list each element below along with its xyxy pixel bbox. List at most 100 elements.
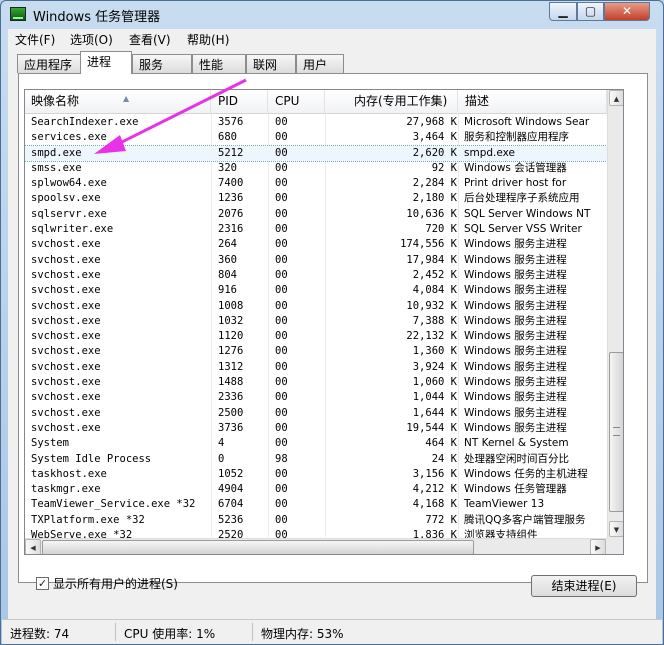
process-row[interactable]: svchost.exe 804 00 2,452 K Windows 服务主进程 xyxy=(25,268,607,283)
menu-view[interactable]: 查看(V) xyxy=(129,31,171,48)
process-name-cell: spoolsv.exe xyxy=(31,192,101,205)
process-row[interactable]: svchost.exe 1120 00 22,132 K Windows 服务主进程 xyxy=(25,329,607,344)
vertical-scrollbar[interactable]: ▲ ▼ xyxy=(607,90,623,538)
process-row[interactable]: svchost.exe 1488 00 1,060 K Windows 服务主进程 xyxy=(25,375,607,390)
process-row[interactable]: svchost.exe 3736 00 19,544 K Windows 服务主进程 xyxy=(25,421,607,436)
tab-networking[interactable]: 联网 xyxy=(246,54,296,73)
process-cpu-cell: 00 xyxy=(275,437,288,450)
process-row[interactable]: taskhost.exe 1052 00 3,156 K Windows 任务的主机进程 xyxy=(25,467,607,482)
process-name-cell: svchost.exe xyxy=(31,391,101,404)
horizontal-scroll-thumb[interactable] xyxy=(42,540,474,554)
scroll-left-button[interactable]: ◀ xyxy=(25,539,41,554)
process-list[interactable]: 映像名称 ▲ PID CPU 内存(专用工作集) 描述 SearchIndexe… xyxy=(24,89,624,555)
process-row[interactable]: System 4 00 464 K NT Kernel & System xyxy=(25,436,607,451)
horizontal-scrollbar[interactable]: ◀ ▶ xyxy=(25,538,607,554)
process-name-cell: svchost.exe xyxy=(31,330,101,343)
process-row[interactable]: svchost.exe 916 00 4,084 K Windows 服务主进程 xyxy=(25,283,607,298)
process-name-cell: svchost.exe xyxy=(31,299,101,312)
process-description-cell: Windows 服务主进程 xyxy=(464,421,567,434)
menu-options[interactable]: 选项(O) xyxy=(70,31,113,48)
process-cpu-cell: 98 xyxy=(275,452,288,465)
scroll-up-button[interactable]: ▲ xyxy=(609,90,623,106)
vertical-scroll-thumb[interactable] xyxy=(609,352,623,512)
process-name-cell: TXPlatform.exe *32 xyxy=(31,513,145,526)
process-cpu-cell: 00 xyxy=(275,483,288,496)
column-header-pid[interactable]: PID xyxy=(212,90,268,114)
process-memory-cell: 464 K xyxy=(425,437,457,450)
process-row[interactable]: svchost.exe 1008 00 10,932 K Windows 服务主进程 xyxy=(25,299,607,314)
checkmark-icon: ✓ xyxy=(37,577,48,590)
tab-performance[interactable]: 性能 xyxy=(192,54,246,73)
process-memory-cell: 3,924 K xyxy=(412,360,457,373)
process-name-cell: sqlwriter.exe xyxy=(31,223,114,236)
column-header-image-name-label: 映像名称 xyxy=(31,94,80,108)
process-row[interactable]: taskmgr.exe 4904 00 4,212 K Windows 任务管理器 xyxy=(25,482,607,497)
process-pid-cell: 3576 xyxy=(218,116,244,128)
process-pid-cell: 1236 xyxy=(218,192,244,205)
process-row[interactable]: svchost.exe 1032 00 7,388 K Windows 服务主进程 xyxy=(25,314,607,329)
process-memory-cell: 4,168 K xyxy=(412,498,457,511)
process-row[interactable]: svchost.exe 360 00 17,984 K Windows 服务主进程 xyxy=(25,253,607,268)
process-name-cell: taskhost.exe xyxy=(31,467,107,480)
scroll-right-button[interactable]: ▶ xyxy=(590,539,606,554)
minimize-button[interactable]: ▁ xyxy=(549,2,577,21)
menu-help[interactable]: 帮助(H) xyxy=(187,31,229,48)
tab-users[interactable]: 用户 xyxy=(296,54,344,73)
process-memory-cell: 2,452 K xyxy=(412,268,457,281)
process-name-cell: sqlservr.exe xyxy=(31,207,107,220)
scroll-down-button[interactable]: ▼ xyxy=(609,521,623,537)
process-row[interactable]: System Idle Process 0 98 24 K 处理器空闲时间百分比 xyxy=(25,452,607,467)
title-bar[interactable]: Windows 任务管理器 ▁ ▢ ✕ xyxy=(1,1,663,29)
process-name-cell: System Idle Process xyxy=(31,452,152,465)
tab-services[interactable]: 服务 xyxy=(132,54,192,73)
process-description-cell: Windows 服务主进程 xyxy=(464,299,567,312)
process-row[interactable]: TeamViewer_Service.exe *32 6704 00 4,168 K T… xyxy=(25,497,607,512)
process-pid-cell: 5212 xyxy=(218,146,244,159)
process-cpu-cell: 00 xyxy=(275,467,288,480)
process-memory-cell: 3,156 K xyxy=(412,467,457,480)
process-row[interactable]: sqlwriter.exe 2316 00 720 K SQL Server VSS W… xyxy=(25,222,607,237)
process-description-cell: Windows 任务的主机进程 xyxy=(464,467,588,480)
process-row[interactable]: TXPlatform.exe *32 5236 00 772 K 腾讯QQ多客户端管理服… xyxy=(25,513,607,528)
process-row[interactable]: SearchIndexer.exe 3576 00 27,968 K Microsoft… xyxy=(25,115,607,130)
maximize-button[interactable]: ▢ xyxy=(577,2,604,21)
process-description-cell: Windows 服务主进程 xyxy=(464,376,567,389)
close-button[interactable]: ✕ xyxy=(604,2,650,21)
process-pid-cell: 5236 xyxy=(218,513,244,526)
process-memory-cell: 19,544 K xyxy=(406,421,457,434)
process-row[interactable]: splwow64.exe 7400 00 2,284 K Print driver ho… xyxy=(25,176,607,191)
show-all-users-checkbox[interactable]: ✓ xyxy=(36,577,49,590)
process-row[interactable]: services.exe 680 00 3,464 K 服务和控制器应用程序 xyxy=(25,130,607,145)
tab-processes[interactable]: 进程 xyxy=(80,51,132,74)
process-row[interactable]: svchost.exe 2336 00 1,044 K Windows 服务主进程 xyxy=(25,390,607,405)
column-header-memory[interactable]: 内存(专用工作集) xyxy=(326,90,458,114)
process-memory-cell: 22,132 K xyxy=(406,330,457,343)
process-pid-cell: 4904 xyxy=(218,483,244,496)
process-memory-cell: 3,464 K xyxy=(412,131,457,144)
process-row[interactable]: svchost.exe 2500 00 1,644 K Windows 服务主进程 xyxy=(25,406,607,421)
process-row[interactable]: sqlservr.exe 2076 00 10,636 K SQL Server Win… xyxy=(25,207,607,222)
scroll-left-icon: ◀ xyxy=(30,544,36,552)
process-name-cell: svchost.exe xyxy=(31,421,101,434)
process-row[interactable]: svchost.exe 264 00 174,556 K Windows 服务主进程 xyxy=(25,237,607,252)
process-pid-cell: 7400 xyxy=(218,177,244,190)
process-row[interactable]: spoolsv.exe 1236 00 2,180 K 后台处理程序子系统应用 xyxy=(25,191,607,206)
process-row[interactable]: svchost.exe 1276 00 1,360 K Windows 服务主进程 xyxy=(25,344,607,359)
end-process-button[interactable]: 结束进程(E) xyxy=(531,575,637,597)
process-name-cell: svchost.exe xyxy=(31,253,101,266)
process-name-cell: TeamViewer_Service.exe *32 xyxy=(31,498,196,511)
column-header-cpu[interactable]: CPU xyxy=(269,90,325,114)
column-header-description[interactable]: 描述 xyxy=(459,90,607,114)
tab-applications[interactable]: 应用程序 xyxy=(17,54,83,73)
process-row[interactable]: svchost.exe 1312 00 3,924 K Windows 服务主进程 xyxy=(25,360,607,375)
window-title: Windows 任务管理器 xyxy=(33,10,161,25)
menu-file[interactable]: 文件(F) xyxy=(15,31,55,48)
show-all-users-option[interactable]: ✓ 显示所有用户的进程(S) xyxy=(36,575,178,592)
scroll-right-icon: ▶ xyxy=(595,544,601,552)
process-row[interactable]: smss.exe 320 00 92 K Windows 会话管理器 xyxy=(25,161,607,176)
column-header-image-name[interactable]: 映像名称 ▲ xyxy=(25,90,211,114)
process-pid-cell: 916 xyxy=(218,284,237,297)
process-pid-cell: 680 xyxy=(218,131,237,144)
process-row[interactable]: smpd.exe 5212 00 2,620 K smpd.exe xyxy=(25,144,608,162)
process-memory-cell: 10,636 K xyxy=(406,207,457,220)
